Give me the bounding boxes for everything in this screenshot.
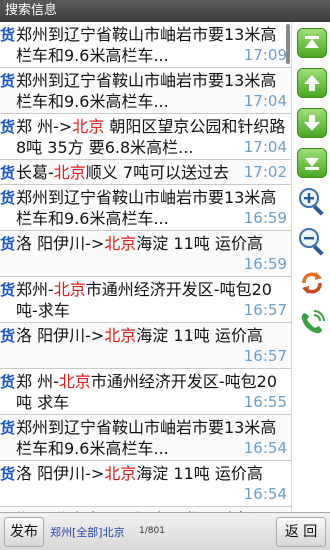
scroll-bottom-icon (296, 148, 327, 178)
scroll-top-button[interactable] (295, 26, 328, 60)
list-item-time: 16:54 (241, 484, 287, 504)
list-item[interactable]: 货郑州到辽宁省鞍山市岫岩市要13米高栏车和9.6米高栏车... 16:59 (0, 185, 291, 231)
goods-tag: 货 (0, 235, 16, 253)
list-item-time: 16:55 (241, 392, 287, 412)
list-item-time: 17:04 (241, 91, 287, 111)
list-item-time: 17:04 (241, 137, 287, 157)
list-item-time: 16:57 (241, 346, 287, 366)
list-item[interactable]: 货长葛-北京顺义 7吨可以送过去 17:02 (0, 160, 291, 185)
list-item[interactable]: 货洛 阳伊川->北京海淀 11吨 运价高 16:57 (0, 323, 291, 369)
zoom-in-icon (297, 186, 327, 220)
item-text: 海淀 11吨 运价高 (136, 234, 263, 253)
item-text: 洛 阳伊川-> (16, 234, 105, 253)
goods-tag: 货 (0, 72, 16, 90)
item-text: 洛 阳伊川-> (16, 464, 105, 483)
item-text: 郑 州-> (16, 117, 73, 136)
highlight-text: 北京 (104, 326, 137, 345)
list-item-time: 16:57 (241, 300, 287, 320)
phone-icon (298, 309, 326, 341)
list-item-time: 16:59 (241, 254, 287, 274)
refresh-icon (298, 269, 326, 301)
goods-tag: 货 (0, 189, 16, 207)
zoom-in-button[interactable] (295, 186, 328, 220)
zoom-out-button[interactable] (295, 226, 328, 260)
scroll-top-icon (296, 28, 327, 58)
item-text: 洛 阳伊川-> (16, 326, 105, 345)
highlight-text: 北京 (53, 163, 86, 182)
goods-tag: 货 (0, 118, 16, 136)
item-text: 郑州到辽宁省鞍山市岫岩市要13米高栏车和9.6米高栏车... (16, 25, 277, 65)
item-text: 长葛- (16, 163, 54, 182)
title-bar: 搜索信息 (0, 0, 330, 22)
list-item[interactable]: 货郑 州-北京市通州经济开发区-吨包20吨 求车 16:55 (0, 369, 291, 415)
goods-tag: 货 (0, 373, 16, 391)
page-count: 1/801 (139, 526, 165, 536)
item-text: 郑州到辽宁省鞍山市岫岩市要13米高栏车和9.6米高栏车... (16, 418, 277, 458)
list-item-text: 洛 阳伊川->北京海淀 11吨 运价高 (0, 323, 291, 348)
item-text: 海淀 11吨 运价高 (136, 326, 263, 345)
goods-tag: 货 (0, 281, 16, 299)
refresh-button[interactable] (295, 268, 328, 302)
highlight-text: 北京 (53, 280, 86, 299)
side-toolbar (291, 22, 330, 512)
goods-tag: 货 (0, 327, 16, 345)
item-text: 郑州- (16, 280, 54, 299)
list-item[interactable]: 货郑州到辽宁省鞍山市岫岩市要13米高栏车和9.6米高栏车... 17:04 (0, 68, 291, 114)
page-up-button[interactable] (295, 66, 328, 100)
list-item-text: 洛 阳伊川->北京海淀 11吨 运价高 (0, 461, 291, 486)
list-item[interactable]: 货郑州到辽宁省鞍山市岫岩市要13米高栏车和9.6米高栏车... 16:54 (0, 415, 291, 461)
list-item[interactable]: 货郑州-北京市通州经济开发区-吨包20吨-求车 16:57 (0, 277, 291, 323)
highlight-text: 北京 (72, 117, 105, 136)
scrollbar[interactable] (286, 24, 290, 64)
highlight-text: 北京 (104, 464, 137, 483)
goods-tag: 货 (0, 26, 16, 44)
result-list[interactable]: 货郑州到辽宁省鞍山市岫岩市要13米高栏车和9.6米高栏车... 17:09 货郑州到… (0, 22, 291, 512)
list-item[interactable]: 货洛 阳伊川->北京海淀 11吨 运价高 16:54 (0, 461, 291, 507)
page-up-icon (296, 68, 327, 98)
goods-tag: 货 (0, 419, 16, 437)
goods-tag: 货 (0, 164, 16, 182)
list-item[interactable]: 货郑州到辽宁省鞍山市岫岩市要13米高栏车和9.6米高栏车... 17:09 (0, 22, 291, 68)
highlight-text: 北京 (58, 372, 91, 391)
phone-button[interactable] (295, 308, 328, 342)
item-text: 郑 州- (16, 372, 59, 391)
scroll-bottom-button[interactable] (295, 146, 328, 180)
footer-bar: 发布 郑州[全部]北京 1/801 返 回 (0, 512, 330, 550)
item-text: 郑州到辽宁省鞍山市岫岩市要13米高栏车和9.6米高栏车... (16, 71, 277, 111)
highlight-text: 北京 (104, 234, 137, 253)
list-item[interactable]: 货洛 阳伊川->北京海淀 11吨 运价高 16:59 (0, 231, 291, 277)
list-item-time: 17:02 (241, 162, 287, 182)
list-item-text: 洛 阳伊川->北京海淀 11吨 运价高 (0, 231, 291, 256)
item-text: 顺义 7吨可以送过去 (85, 163, 230, 182)
list-item-time: 16:59 (241, 208, 287, 228)
publish-button[interactable]: 发布 (4, 517, 44, 547)
page-title: 搜索信息 (5, 3, 58, 18)
route-label: 郑州[全部]北京 (50, 526, 125, 539)
zoom-out-icon (297, 226, 327, 260)
goods-tag: 货 (0, 465, 16, 483)
list-item[interactable]: 货郑 州->北京 朝阳区望京公园和针织路 8吨 35方 要6.8米高栏... 17… (0, 114, 291, 160)
list-item-time: 17:09 (241, 45, 287, 65)
list-item-time: 16:54 (241, 438, 287, 458)
item-text: 郑州到辽宁省鞍山市岫岩市要13米高栏车和9.6米高栏车... (16, 188, 277, 228)
page-down-icon (296, 108, 327, 138)
page-down-button[interactable] (295, 106, 328, 140)
item-text: 海淀 11吨 运价高 (136, 464, 263, 483)
back-button[interactable]: 返 回 (276, 517, 326, 547)
